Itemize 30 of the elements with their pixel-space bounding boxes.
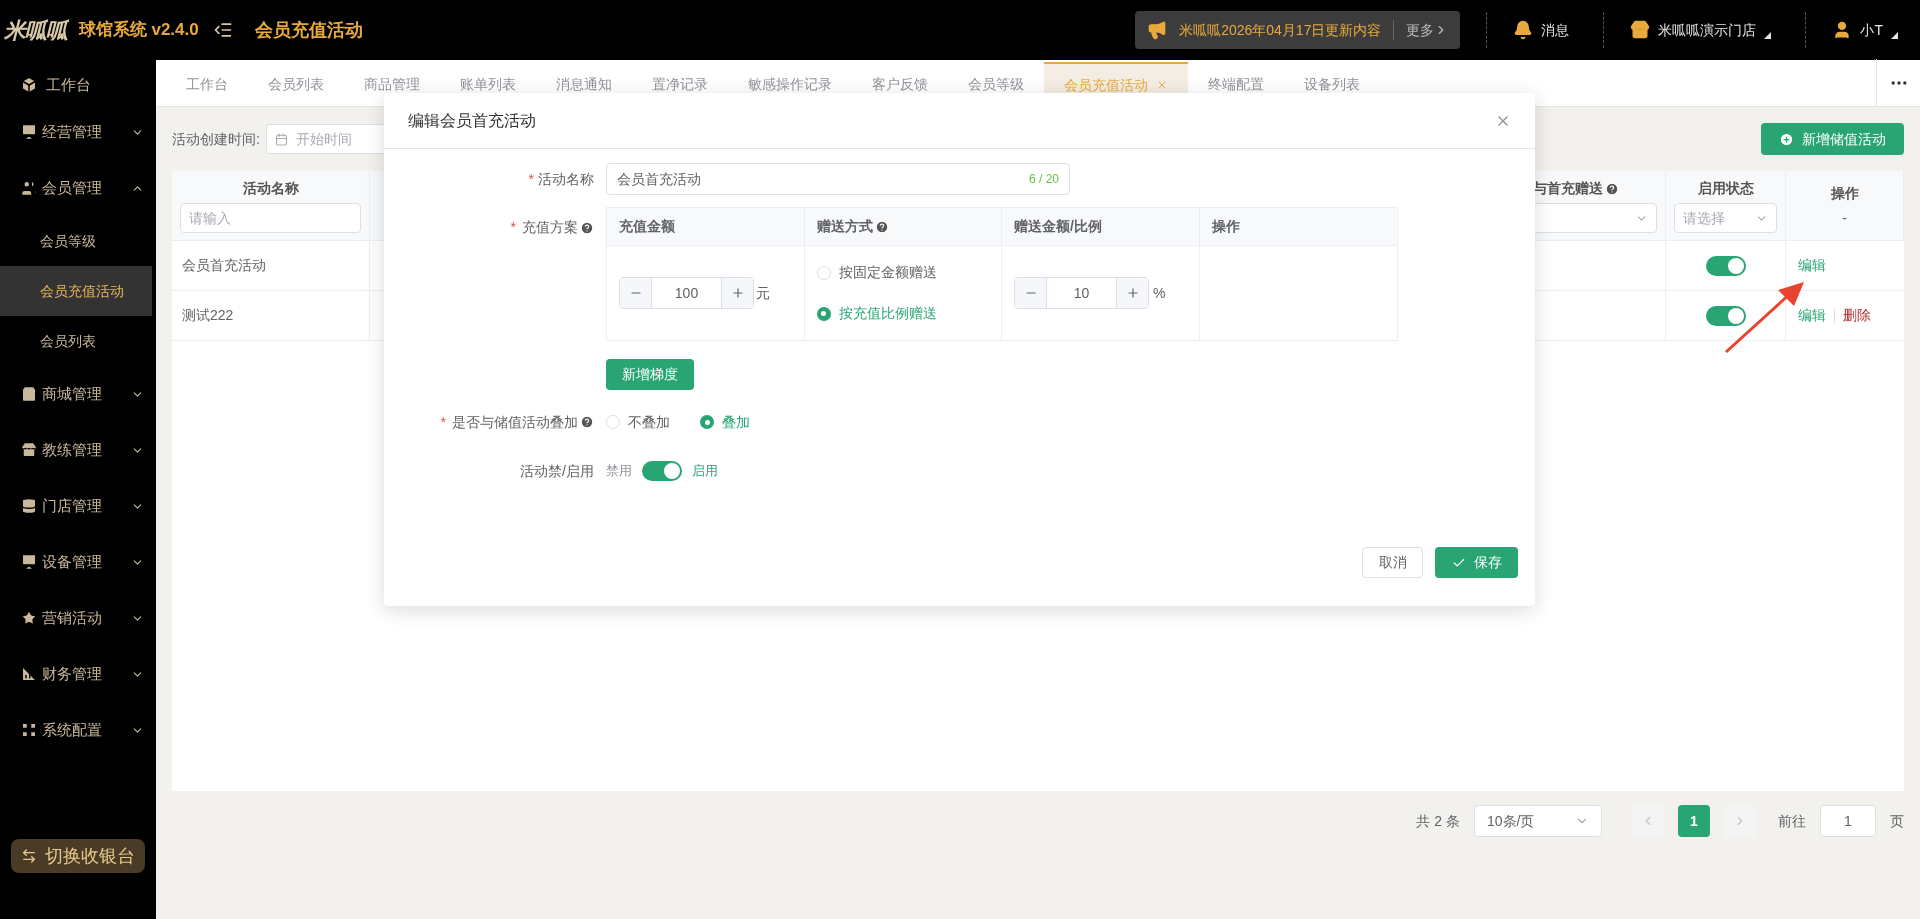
column-header: 启用状态 — [1697, 179, 1754, 198]
field-label: 活动禁/启用 — [520, 461, 594, 481]
total-count: 共 2 条 — [1416, 811, 1460, 831]
system-name: 球馆系统 v2.4.0 — [78, 19, 199, 42]
page-unit: 页 — [1890, 811, 1904, 831]
column-header: 与首充赠送 — [1532, 178, 1619, 199]
required-mark: * — [528, 170, 534, 187]
page-title: 会员充值活动 — [254, 18, 363, 42]
column-header: 操作 — [1830, 183, 1859, 203]
field-label: * 活动名称 — [528, 169, 594, 189]
char-counter: 6 / 20 — [1028, 171, 1059, 188]
column-note: - — [1842, 208, 1847, 228]
column-header: 充值金额 — [619, 217, 675, 236]
table-cell-text: 测试222 — [182, 306, 234, 325]
toggle-off-label: 禁用 — [606, 462, 632, 481]
column-header: 活动名称 — [242, 179, 299, 198]
required-mark: * — [440, 412, 446, 432]
table-cell-text: 会员首充活动 — [182, 256, 266, 275]
logo: 米呱呱 — [4, 16, 67, 45]
column-header: 赠送金额/比例 — [1014, 217, 1102, 236]
toggle-on-label: 启用 — [692, 462, 718, 481]
column-header: 操作 — [1211, 217, 1240, 236]
field-label: * 是否与储值活动叠加 — [440, 411, 594, 433]
required-mark: * — [510, 218, 516, 237]
unit-label: % — [1153, 283, 1166, 303]
unit-label: 元 — [756, 283, 770, 303]
goto-label: 前往 — [1778, 811, 1806, 831]
filter-label: 活动创建时间: — [172, 129, 260, 149]
field-label: * 充值方案 — [510, 217, 594, 238]
column-header: 赠送方式 — [816, 216, 889, 237]
